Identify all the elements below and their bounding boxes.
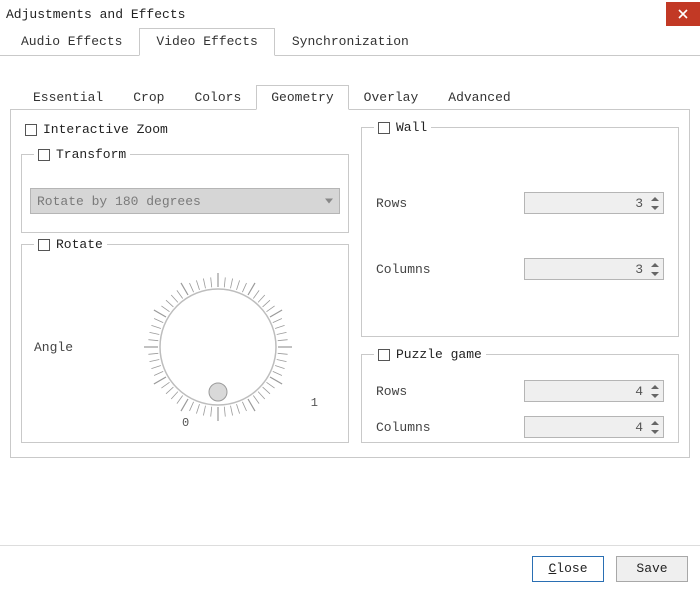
puzzle-rows-spinner[interactable]: 4: [524, 380, 664, 402]
transform-select[interactable]: Rotate by 180 degrees: [30, 188, 340, 214]
puzzle-group: Puzzle game Rows 4 Columns 4: [361, 347, 679, 443]
puzzle-legend: Puzzle game: [374, 347, 486, 362]
rotate-checkbox[interactable]: [38, 239, 50, 251]
chevron-down-icon: [325, 199, 333, 204]
angle-dial[interactable]: 0 1: [104, 262, 332, 432]
wall-rows-value: 3: [525, 196, 663, 211]
wall-cols-label: Columns: [376, 262, 431, 277]
save-button-label: Save: [636, 561, 667, 576]
tab-advanced[interactable]: Advanced: [433, 85, 525, 110]
angle-label: Angle: [34, 340, 94, 355]
transform-checkbox[interactable]: [38, 149, 50, 161]
rotate-group: Rotate Angle 0 1: [21, 237, 349, 443]
dial-icon: [133, 262, 303, 432]
tab-essential[interactable]: Essential: [18, 85, 118, 110]
chevron-up-icon: [651, 263, 659, 267]
wall-legend: Wall: [374, 120, 431, 135]
close-button[interactable]: Close: [532, 556, 604, 582]
close-button-rest: lose: [556, 561, 587, 576]
geometry-panel: Interactive Zoom Transform Rotate by 180…: [10, 110, 690, 458]
tab-colors[interactable]: Colors: [179, 85, 256, 110]
transform-group: Transform Rotate by 180 degrees: [21, 147, 349, 233]
wall-group: Wall Rows 3 Columns 3: [361, 120, 679, 337]
wall-rows-row: Rows 3: [376, 188, 664, 218]
chevron-down-icon: [651, 272, 659, 276]
puzzle-label: Puzzle game: [396, 347, 482, 362]
interactive-zoom-label: Interactive Zoom: [43, 122, 168, 137]
wall-rows-label: Rows: [376, 196, 407, 211]
puzzle-rows-value: 4: [525, 384, 663, 399]
video-effects-panel: Essential Crop Colors Geometry Overlay A…: [0, 56, 700, 468]
save-button[interactable]: Save: [616, 556, 688, 582]
close-icon: [678, 9, 688, 19]
wall-label: Wall: [396, 120, 427, 135]
puzzle-rows-label: Rows: [376, 384, 407, 399]
wall-cols-row: Columns 3: [376, 254, 664, 284]
wall-rows-spinner[interactable]: 3: [524, 192, 664, 214]
tab-video-effects[interactable]: Video Effects: [139, 28, 274, 56]
tab-synchronization[interactable]: Synchronization: [275, 28, 426, 56]
dialog-footer: Close Save: [0, 545, 700, 591]
puzzle-rows-row: Rows 4: [376, 376, 664, 406]
puzzle-cols-label: Columns: [376, 420, 431, 435]
chevron-up-icon: [651, 385, 659, 389]
chevron-up-icon: [651, 197, 659, 201]
rotate-legend: Rotate: [34, 237, 107, 252]
rotate-label: Rotate: [56, 237, 103, 252]
tab-crop[interactable]: Crop: [118, 85, 179, 110]
dial-min-label: 0: [182, 416, 189, 430]
titlebar: Adjustments and Effects: [0, 0, 700, 28]
transform-label: Transform: [56, 147, 126, 162]
transform-select-value: Rotate by 180 degrees: [37, 194, 201, 209]
interactive-zoom-row: Interactive Zoom: [21, 120, 349, 143]
chevron-down-icon: [651, 394, 659, 398]
puzzle-cols-spinner[interactable]: 4: [524, 416, 664, 438]
tab-audio-effects[interactable]: Audio Effects: [4, 28, 139, 56]
puzzle-cols-row: Columns 4: [376, 412, 664, 442]
puzzle-checkbox[interactable]: [378, 349, 390, 361]
window-title: Adjustments and Effects: [6, 7, 185, 22]
close-window-button[interactable]: [666, 2, 700, 26]
puzzle-cols-value: 4: [525, 420, 663, 435]
chevron-up-icon: [651, 421, 659, 425]
dial-one-label: 1: [311, 396, 318, 410]
wall-cols-spinner[interactable]: 3: [524, 258, 664, 280]
tab-geometry[interactable]: Geometry: [256, 85, 348, 110]
wall-cols-value: 3: [525, 262, 663, 277]
sub-tabs: Essential Crop Colors Geometry Overlay A…: [10, 86, 690, 110]
chevron-down-icon: [651, 430, 659, 434]
transform-legend: Transform: [34, 147, 130, 162]
interactive-zoom-checkbox[interactable]: [25, 124, 37, 136]
chevron-down-icon: [651, 206, 659, 210]
wall-checkbox[interactable]: [378, 122, 390, 134]
main-tabs: Audio Effects Video Effects Synchronizat…: [0, 28, 700, 56]
tab-overlay[interactable]: Overlay: [349, 85, 434, 110]
